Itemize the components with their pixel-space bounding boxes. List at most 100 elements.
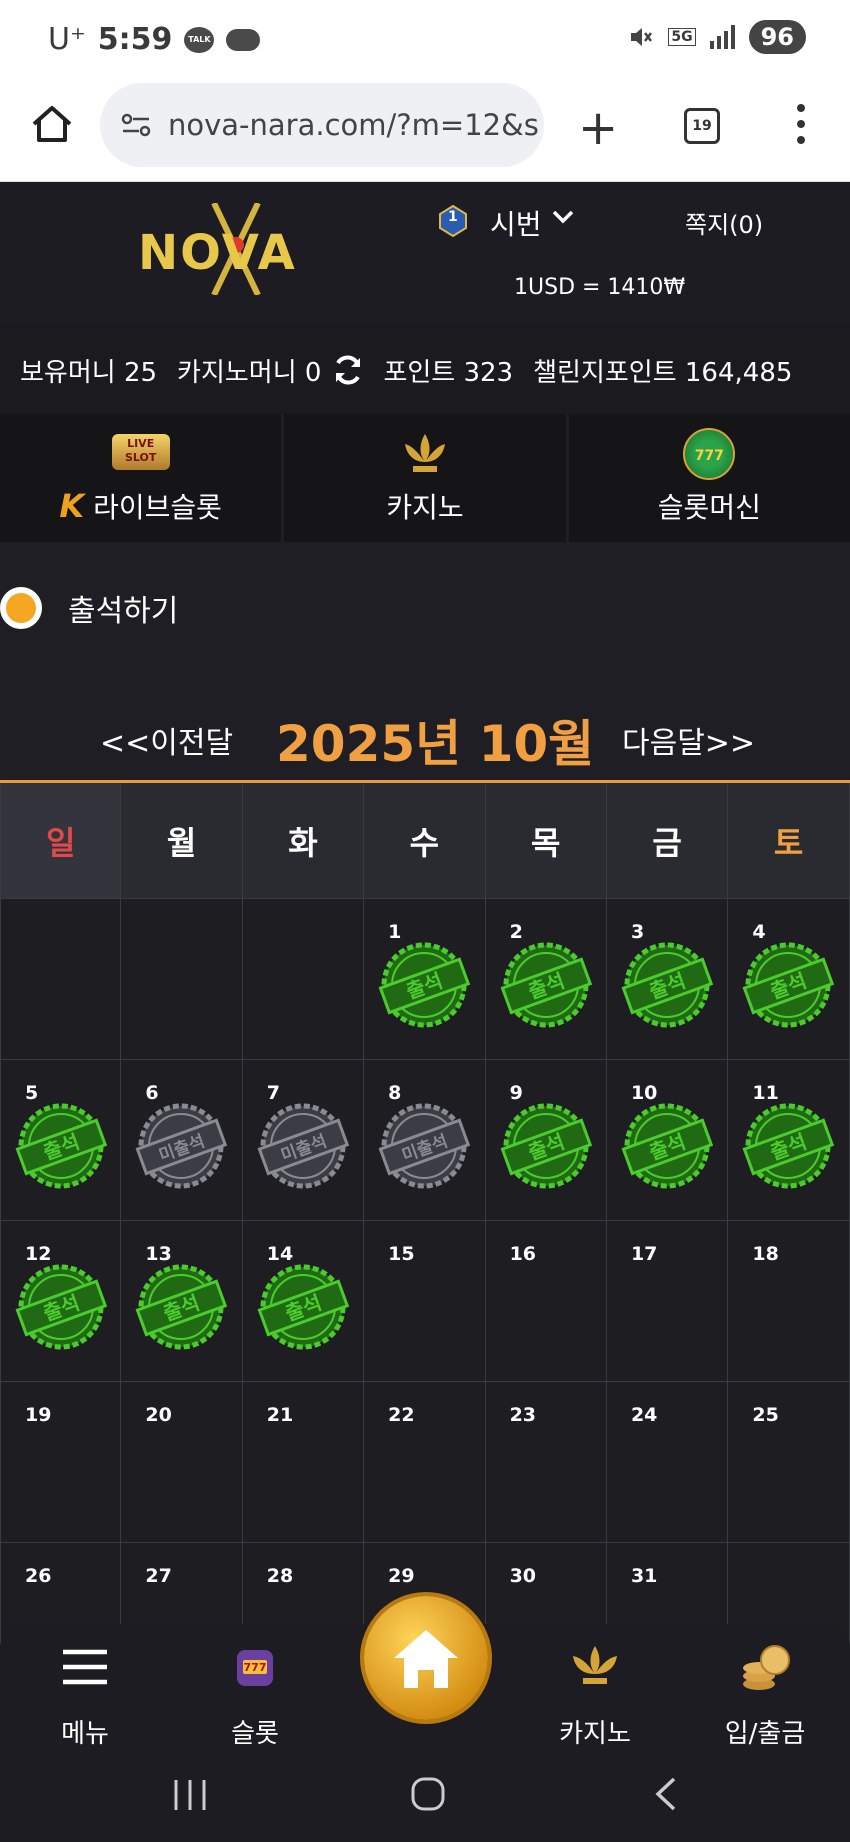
network-label: 5G	[668, 28, 696, 46]
day-number: 20	[145, 1404, 172, 1426]
calendar-day[interactable]: 23	[485, 1382, 607, 1543]
points-balance: 포인트 323	[383, 357, 514, 388]
refresh-icon[interactable]	[331, 353, 365, 387]
attendance-title: 출석하기	[68, 594, 179, 629]
calendar-day[interactable]: 16	[485, 1221, 607, 1382]
site-settings-icon[interactable]	[120, 113, 152, 137]
weekday-label: 월	[121, 783, 243, 899]
live-slot-icon: LIVE SLOT	[111, 434, 170, 470]
calendar-day[interactable]: 6 미출석	[121, 1060, 243, 1221]
calendar-day[interactable]: 3 출석	[606, 899, 729, 1060]
browser-toolbar: nova-nara.com/?m=12&s + 19	[0, 80, 850, 182]
nova-logo[interactable]: NOVA	[136, 203, 300, 295]
calendar-day	[121, 899, 243, 1060]
nav-menu[interactable]: 메뉴	[10, 1640, 160, 1750]
bullet-icon	[0, 587, 42, 629]
777-slots-icon: 777	[683, 428, 736, 480]
weekday-label: 금	[606, 783, 729, 899]
nav-deposit-withdraw[interactable]: 입/출금	[690, 1640, 840, 1750]
calendar-day[interactable]: 12 출석	[0, 1221, 122, 1382]
tab-casino[interactable]: 카지노	[284, 414, 566, 542]
weekday-label: 화	[242, 783, 365, 899]
home-system-icon[interactable]	[410, 1776, 446, 1812]
day-number: 18	[752, 1243, 779, 1265]
calendar-day[interactable]: 20	[121, 1382, 243, 1543]
attendance-calendar: 일월화수목금토 1 출석 2 출석 3 출석 4 출석 5 출석 6 미출석 7 미출석 8 미출석 9 출석 10…	[0, 783, 850, 1704]
back-icon[interactable]	[652, 1776, 678, 1812]
calendar-day[interactable]: 19	[0, 1382, 122, 1543]
attended-stamp-icon: 출석	[740, 937, 836, 1033]
messages-link[interactable]: 쪽지(0)	[685, 205, 763, 240]
tab-switcher-button[interactable]: 19	[684, 108, 720, 144]
calendar-day[interactable]: 21	[242, 1382, 365, 1543]
tab-label: 슬롯머신	[657, 491, 761, 524]
calendar-day[interactable]: 24	[606, 1382, 729, 1543]
mute-icon	[631, 28, 653, 46]
calendar-day[interactable]: 11 출석	[728, 1060, 850, 1221]
nav-label: 입/출금	[724, 1719, 806, 1749]
tab-label: 카지노	[386, 491, 464, 524]
weekday-label: 토	[728, 783, 850, 899]
tab-slot-machine[interactable]: 777 슬롯머신	[568, 414, 850, 542]
home-button[interactable]	[364, 1596, 488, 1720]
day-number: 15	[388, 1243, 415, 1265]
nav-slot[interactable]: 777 슬롯	[180, 1640, 330, 1750]
day-number: 23	[509, 1404, 537, 1426]
weekday-header: 일월화수목금토	[0, 783, 850, 899]
svg-text:777: 777	[244, 1661, 267, 1674]
day-number: 26	[25, 1565, 52, 1587]
menu-icon	[63, 1649, 107, 1685]
system-navigation-bar	[0, 1748, 850, 1842]
challenge-points-balance: 챌린지포인트 164,485	[533, 357, 793, 388]
calendar-day[interactable]: 1 출석	[364, 899, 486, 1060]
attended-stamp-icon: 출석	[619, 1098, 715, 1194]
calendar-day[interactable]: 14 출석	[242, 1221, 365, 1382]
day-number: 22	[388, 1404, 415, 1426]
calendar-day[interactable]: 5 출석	[0, 1060, 122, 1221]
attended-stamp-icon: 출석	[13, 1259, 109, 1355]
calendar-day[interactable]: 7 미출석	[242, 1060, 365, 1221]
calendar-day[interactable]: 13 출석	[121, 1221, 243, 1382]
nav-casino[interactable]: 카지노	[520, 1640, 670, 1750]
tab-label: 라이브슬롯	[93, 491, 222, 524]
calendar-day[interactable]: 17	[606, 1221, 729, 1382]
username[interactable]: 시번	[490, 203, 542, 243]
url-text: nova-nara.com/?m=12&s	[168, 108, 539, 142]
lotus-icon	[573, 1646, 617, 1684]
more-options-icon[interactable]	[796, 104, 806, 144]
calendar-day[interactable]: 2 출석	[485, 899, 607, 1060]
day-number: 19	[25, 1404, 52, 1426]
calendar-day[interactable]: 15	[364, 1221, 486, 1382]
calendar-day[interactable]: 4 출석	[728, 899, 850, 1060]
calendar-day[interactable]: 9 출석	[485, 1060, 607, 1221]
day-number: 25	[752, 1404, 779, 1426]
kakaotalk-icon: TALK	[184, 26, 215, 53]
attended-stamp-icon: 출석	[498, 937, 594, 1033]
calendar-week: 12 출석 13 출석 14 출석 15 16 17 18	[0, 1221, 850, 1382]
prev-month-button[interactable]: <<이전달	[100, 718, 233, 762]
new-tab-button[interactable]: +	[578, 100, 618, 156]
calendar-day[interactable]: 8 미출석	[364, 1060, 486, 1221]
day-number: 30	[509, 1565, 537, 1587]
calendar-day[interactable]: 18	[728, 1221, 850, 1382]
rank-number: 1	[448, 209, 458, 225]
attended-stamp-icon: 출석	[13, 1098, 109, 1194]
recent-apps-icon[interactable]	[172, 1778, 208, 1812]
missed-stamp-icon: 미출석	[255, 1098, 351, 1194]
browser-home-icon[interactable]	[30, 102, 74, 146]
calendar-day[interactable]: 22	[364, 1382, 486, 1543]
day-number: 28	[266, 1565, 294, 1587]
chevron-down-icon[interactable]	[552, 207, 574, 227]
month-title: 2025년 10월	[276, 715, 595, 773]
money-balance: 보유머니 25	[20, 357, 158, 388]
calendar-day[interactable]: 25	[728, 1382, 850, 1543]
balance-bar: 보유머니 25 카지노머니 0 포인트 323 챌린지포인트 164,485	[0, 325, 850, 415]
attended-stamp-icon: 출석	[376, 937, 472, 1033]
address-bar[interactable]: nova-nara.com/?m=12&s	[100, 83, 544, 167]
calendar-day[interactable]: 10 출석	[606, 1060, 729, 1221]
weekday-label: 목	[485, 783, 607, 899]
site-header: NOVA 1 시번 쪽지(0) 1USD = 1410₩	[0, 183, 850, 325]
coins-icon	[743, 1645, 790, 1690]
tab-live-slot[interactable]: LIVE SLOT K 라이브슬롯	[0, 414, 282, 542]
next-month-button[interactable]: 다음달>>	[622, 718, 755, 762]
